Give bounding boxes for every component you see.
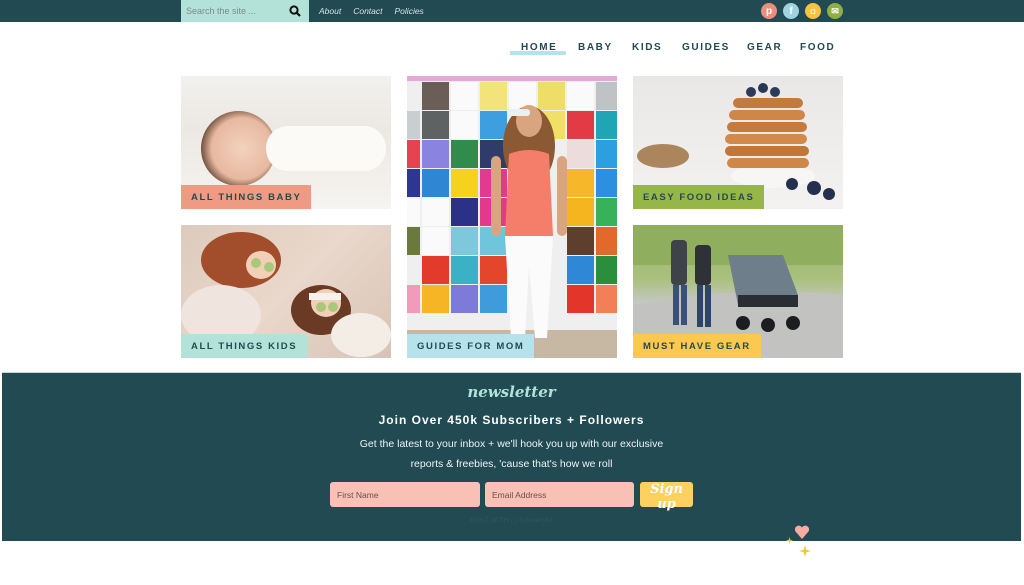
colorful-wall-photo — [407, 76, 617, 358]
baby-photo — [201, 111, 276, 186]
baby-body — [266, 126, 386, 171]
policies-link[interactable]: Policies — [395, 6, 424, 16]
tile-must-have-gear[interactable]: MUST HAVE GEAR — [633, 225, 843, 358]
search-box — [181, 0, 309, 22]
contact-link[interactable]: Contact — [353, 6, 382, 16]
nav-kids[interactable]: KIDS — [632, 42, 662, 53]
email-input[interactable] — [485, 482, 634, 507]
newsletter-description-line-1: Get the latest to your inbox + we'll hoo… — [359, 438, 664, 450]
newsletter-description: Get the latest to your inbox + we'll hoo… — [2, 434, 1021, 474]
social-links: p f ◘ ✉ — [761, 3, 843, 19]
newsletter-script-title: newsletter — [467, 383, 556, 401]
tile-label: ALL THINGS KIDS — [181, 334, 308, 358]
nav-home[interactable]: HOME — [521, 42, 557, 53]
newsletter-section: newsletter Join Over 450k Subscribers + … — [2, 372, 1021, 541]
tile-label: GUIDES FOR MOM — [407, 334, 535, 358]
top-bar: About Contact Policies p f ◘ ✉ — [0, 0, 1024, 22]
heart-icon — [794, 525, 810, 539]
nav-food[interactable]: FOOD — [800, 42, 835, 53]
newsletter-description-line-2: reports & freebies, 'cause that's how we… — [410, 458, 613, 470]
nav-gear[interactable]: GEAR — [747, 42, 782, 53]
search-input[interactable] — [186, 6, 286, 16]
sparkle-icon — [799, 545, 811, 557]
tile-all-things-kids[interactable]: ALL THINGS KIDS — [181, 225, 391, 358]
built-with-convertkit[interactable]: BUILT WITH ◯ ConvertKit — [2, 517, 1021, 524]
tile-label: ALL THINGS BABY — [181, 185, 312, 209]
email-icon[interactable]: ✉ — [827, 3, 843, 19]
pinterest-icon[interactable]: p — [761, 3, 777, 19]
tile-label: EASY FOOD IDEAS — [633, 185, 765, 209]
sign-up-button[interactable]: Sign up — [640, 482, 693, 512]
nav-baby[interactable]: BABY — [578, 42, 613, 53]
about-link[interactable]: About — [319, 6, 341, 16]
facebook-icon[interactable]: f — [783, 3, 799, 19]
newsletter-title: Join Over 450k Subscribers + Followers — [378, 413, 645, 427]
search-icon[interactable] — [289, 5, 301, 17]
tile-all-things-baby[interactable]: ALL THINGS BABY — [181, 76, 391, 209]
tile-label: MUST HAVE GEAR — [633, 334, 761, 358]
top-links: About Contact Policies — [319, 0, 424, 22]
tile-easy-food-ideas[interactable]: EASY FOOD IDEAS — [633, 76, 843, 209]
nav-guides[interactable]: GUIDES — [682, 42, 730, 53]
tile-guides-for-mom[interactable]: GUIDES FOR MOM — [407, 76, 617, 358]
sparkle-small-icon — [786, 537, 793, 544]
instagram-icon[interactable]: ◘ — [805, 3, 821, 19]
first-name-input[interactable] — [330, 482, 480, 507]
